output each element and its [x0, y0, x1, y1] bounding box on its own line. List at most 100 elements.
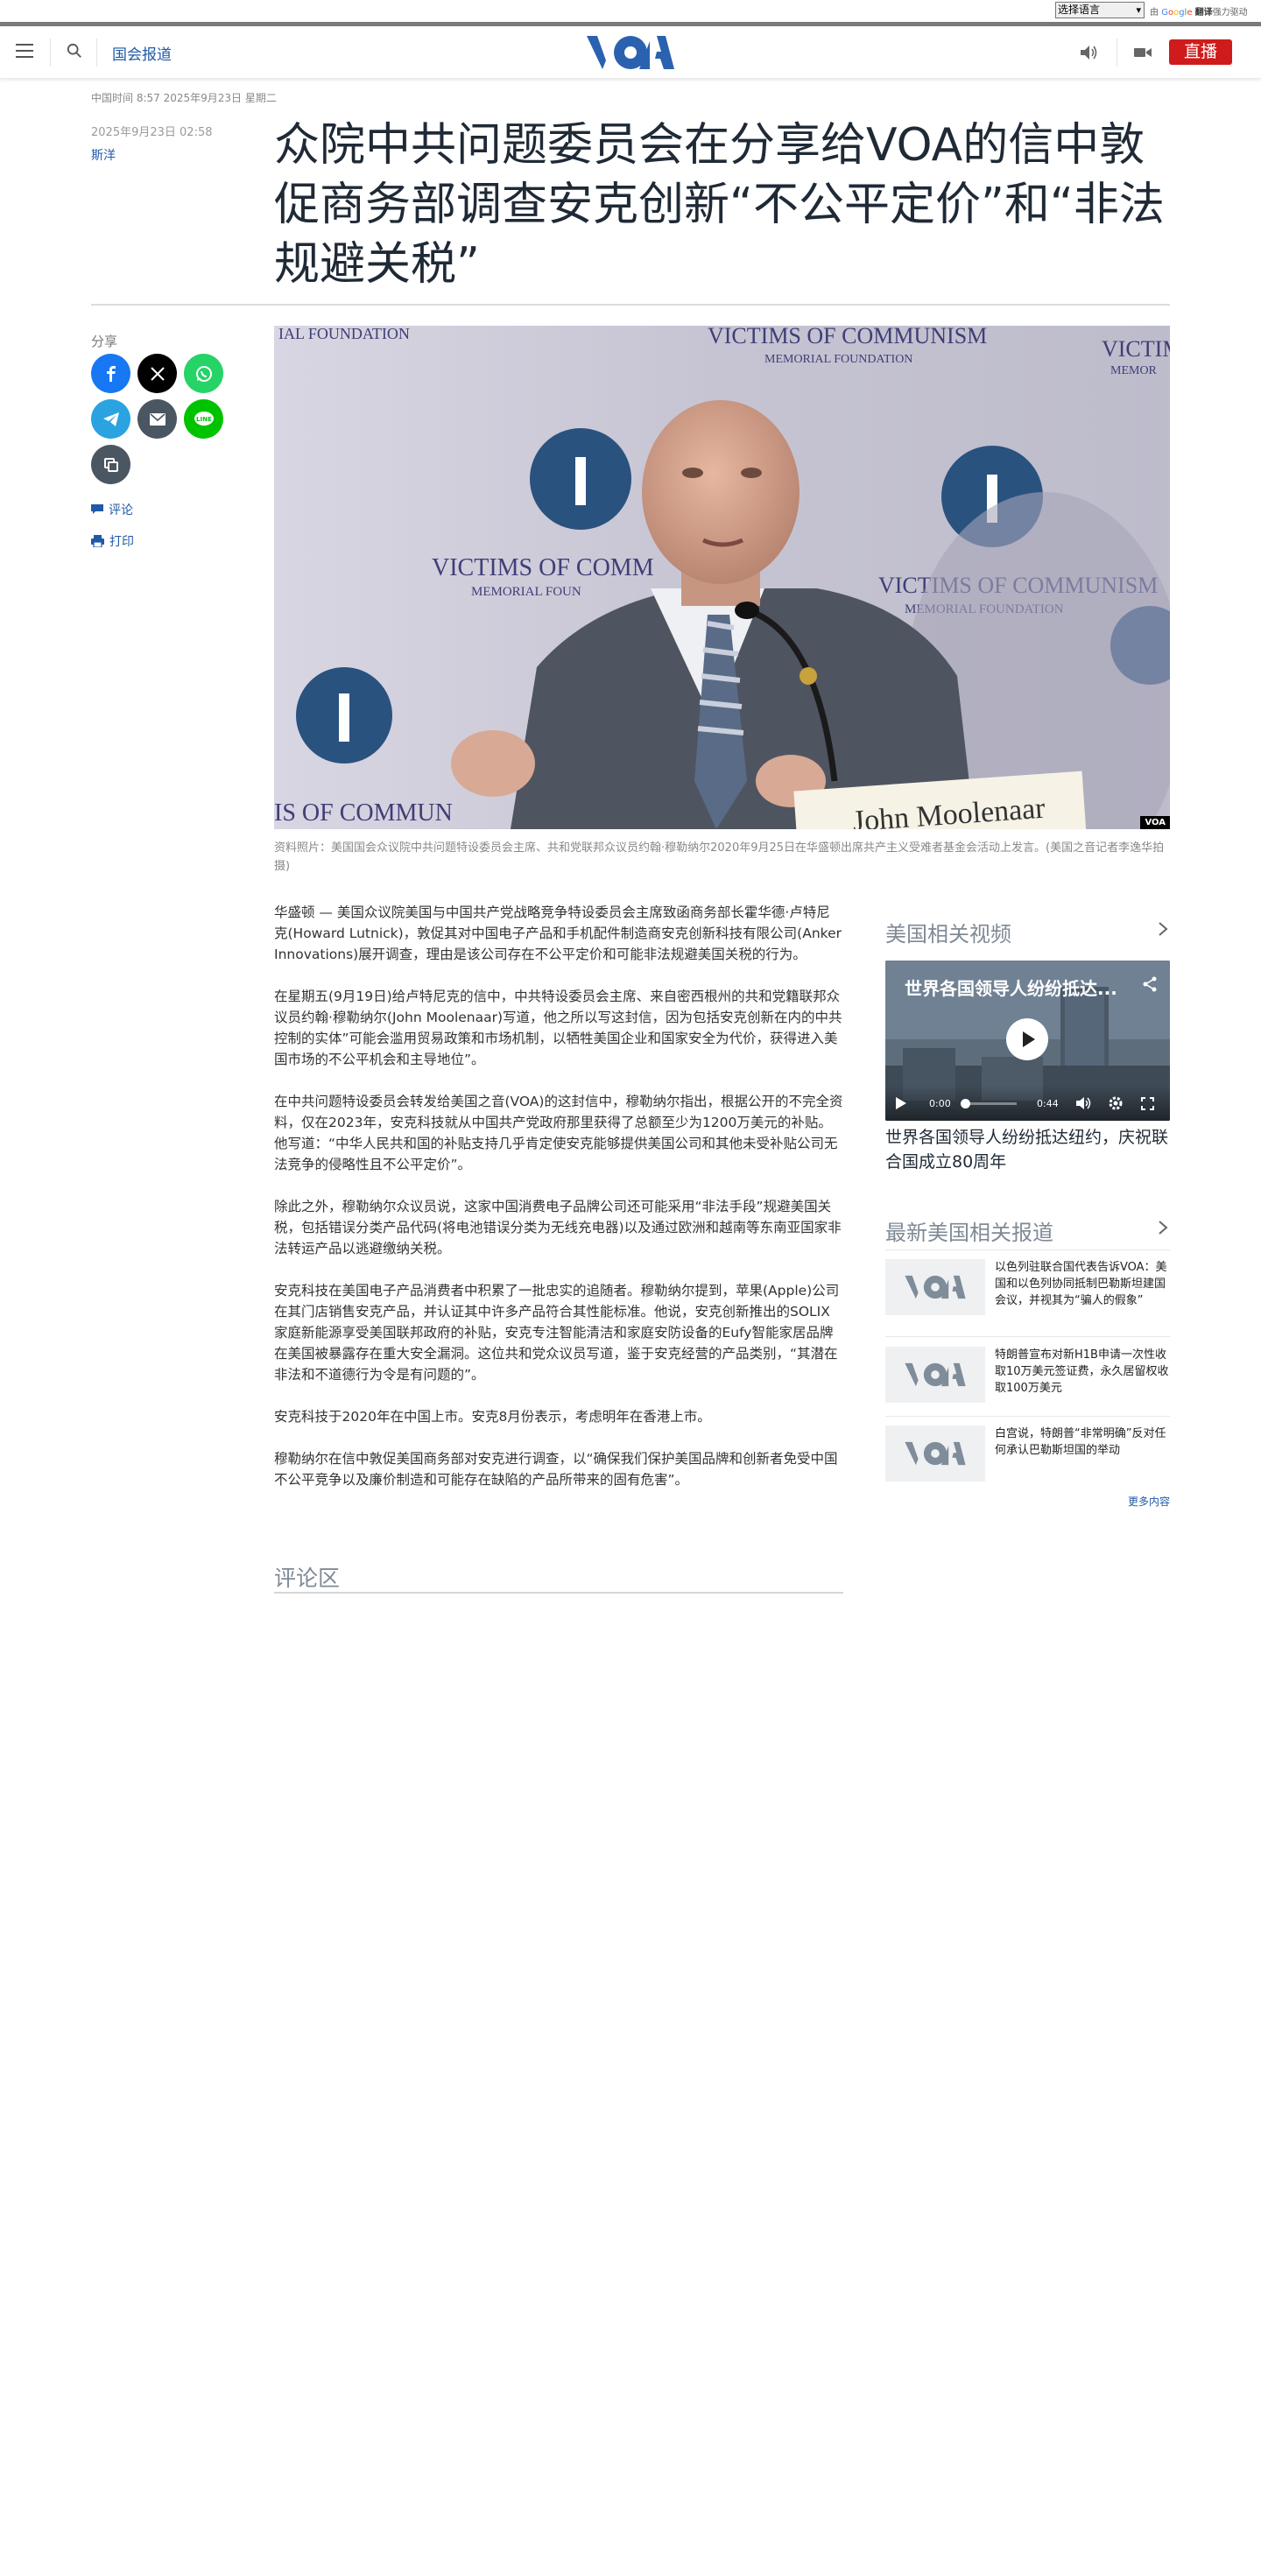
language-select[interactable]: 选择语言 — [1055, 2, 1145, 18]
play-button[interactable] — [1006, 1018, 1048, 1060]
latest-news-heading[interactable]: 最新美国相关报道 — [885, 1215, 1170, 1246]
news-list-item[interactable]: 特朗普宣布对新H1B申请一次性收取10万美元签证费，永久居留权收取100万美元 — [885, 1347, 1170, 1413]
fullscreen-icon[interactable] — [1141, 1097, 1154, 1110]
article-paragraph: 安克科技在美国电子产品消费者中积累了一批忠实的追随者。穆勒纳尔提到，苹果(App… — [274, 1283, 840, 1383]
line-icon: LINE — [194, 411, 214, 426]
news-thumbnail — [885, 1259, 985, 1315]
translate-word: 翻译 — [1194, 8, 1213, 18]
comments-link[interactable]: 评论 — [91, 501, 133, 518]
google-translate-credit: 由 Google 翻译强力驱动 — [1150, 4, 1248, 18]
telegram-icon — [102, 412, 119, 426]
comments-divider — [274, 1592, 843, 1594]
facebook-share-button[interactable] — [91, 354, 130, 393]
comments-link-label: 评论 — [109, 503, 133, 517]
article-photo: IAL FOUNDATION VICTIMS OF COMMUNISM MEMO… — [274, 326, 1170, 829]
article-paragraph: 安克科技于2020年在中国上市。安克8月份表示，考虑明年在香港上市。 — [274, 1409, 711, 1425]
divider — [885, 1336, 1170, 1337]
svg-text:MEMORIAL FOUNDATION: MEMORIAL FOUNDATION — [764, 353, 912, 366]
voa-placeholder-logo — [905, 1275, 966, 1299]
chevron-right-icon — [1159, 1221, 1168, 1235]
article-body: 华盛顿 — 美国众议院美国与中国共产党战略竞争特设委员会主席致函商务部长霍华德·… — [274, 902, 843, 1511]
hamburger-menu-icon[interactable] — [16, 44, 33, 58]
news-thumbnail — [885, 1425, 985, 1482]
share-icon[interactable] — [1142, 976, 1158, 992]
related-videos-heading-label: 美国相关视频 — [885, 922, 1011, 947]
language-select-label: 选择语言 — [1058, 4, 1101, 16]
article-paragraph: 华盛顿 — 美国众议院美国与中国共产党战略竞争特设委员会主席致函商务部长霍华德·… — [274, 904, 842, 962]
news-thumbnail — [885, 1347, 985, 1403]
publish-date: 2025年9月23日 02:58 — [91, 126, 213, 139]
svg-text:VICTIM: VICTIM — [1102, 336, 1170, 362]
copy-icon — [103, 457, 118, 472]
x-share-button[interactable] — [137, 354, 177, 393]
latest-news-heading-label: 最新美国相关报道 — [885, 1221, 1053, 1245]
related-videos-heading[interactable]: 美国相关视频 — [885, 917, 1170, 947]
more-content-link[interactable]: 更多内容 — [1128, 1494, 1170, 1509]
powered-prefix: 由 — [1150, 8, 1159, 18]
x-icon — [150, 366, 165, 381]
printer-icon — [91, 535, 104, 547]
svg-text:IS OF COMMUN: IS OF COMMUN — [274, 799, 453, 827]
divider — [885, 1416, 1170, 1417]
author-link[interactable]: 斯洋 — [91, 146, 116, 164]
svg-text:MEMOR: MEMOR — [1110, 364, 1158, 377]
translate-bar: 选择语言 由 Google 翻译强力驱动 — [0, 0, 1261, 21]
telegram-share-button[interactable] — [91, 399, 130, 439]
live-button[interactable]: 直播 — [1169, 39, 1232, 65]
svg-text:VICTIMS OF COMM: VICTIMS OF COMM — [432, 554, 654, 581]
comments-section-title: 评论区 — [274, 1566, 341, 1591]
settings-gear-icon[interactable] — [1109, 1096, 1123, 1110]
article-paragraph: 穆勒纳尔在信中敦促美国商务部对安克进行调查，以“确保我们保护美国品牌和创新者免受… — [274, 1451, 838, 1488]
voa-placeholder-logo — [905, 1441, 966, 1466]
photo-caption: 资料照片：美国国会众议院中共问题特设委员会主席、共和党联邦众议员约翰·穆勒纳尔2… — [274, 841, 1165, 873]
article-paragraph: 除此之外，穆勒纳尔众议员说，这家中国消费电子品牌公司还可能采用“非法手段”规避美… — [274, 1199, 842, 1256]
email-share-button[interactable] — [137, 399, 177, 439]
svg-text:MEMORIAL FOUN: MEMORIAL FOUN — [471, 585, 581, 599]
article-paragraph: 在中共问题特设委员会转发给美国之音(VOA)的这封信中，穆勒纳尔指出，根据公开的… — [274, 1094, 843, 1172]
section-link-congress[interactable]: 国会报道 — [112, 42, 172, 64]
news-list-item[interactable]: 白宫说，特朗普“非常明确”反对任何承认巴勒斯坦国的举动 — [885, 1425, 1170, 1492]
site-header: 国会报道 直播 — [0, 26, 1261, 79]
dateline: 中国时间 8:57 2025年9月23日 星期二 — [91, 92, 277, 104]
svg-text:IAL FOUNDATION: IAL FOUNDATION — [278, 326, 410, 342]
search-icon[interactable] — [67, 43, 82, 59]
voa-logo[interactable] — [585, 34, 676, 71]
print-link-label: 打印 — [109, 535, 134, 549]
svg-text:LINE: LINE — [196, 416, 212, 423]
article-title: 众院中共问题委员会在分享给VOA的信中敦促商务部调查安克创新“不公平定价”和“非… — [274, 119, 1165, 291]
speaker-photo-illustration: IAL FOUNDATION VICTIMS OF COMMUNISM MEMO… — [274, 326, 1170, 829]
header-divider — [96, 39, 97, 67]
powered-suffix: 强力驱动 — [1212, 8, 1248, 18]
news-item-title: 白宫说，特朗普“非常明确”反对任何承认巴勒斯坦国的举动 — [995, 1427, 1166, 1457]
video-current-time: 0:00 — [929, 1098, 951, 1109]
video-controls: 0:00 0:44 — [885, 1086, 1170, 1121]
video-caption-link[interactable]: 世界各国领导人纷纷抵达纽约，庆祝联合国成立80周年 — [885, 1125, 1170, 1174]
news-item-title: 以色列驻联合国代表告诉VOA：美国和以色列协同抵制巴勒斯坦建国会议，并视其为“骗… — [995, 1261, 1167, 1307]
google-logo: Google — [1161, 8, 1193, 18]
speaker-icon[interactable] — [1079, 44, 1098, 61]
video-camera-icon[interactable] — [1133, 45, 1152, 60]
whatsapp-share-button[interactable] — [184, 354, 223, 393]
whatsapp-icon — [195, 365, 212, 382]
svg-text:VICTIMS OF COMMUNISM: VICTIMS OF COMMUNISM — [708, 326, 987, 348]
video-player[interactable]: 世界各国领导人纷纷抵达... 0:00 0:44 — [885, 961, 1170, 1121]
copy-link-button[interactable] — [91, 445, 130, 484]
divider — [885, 1249, 1170, 1250]
photo-credit-tag: VOA — [1140, 816, 1170, 829]
share-label: 分享 — [91, 334, 118, 349]
chevron-right-icon — [1159, 922, 1168, 936]
comment-icon — [91, 504, 103, 514]
line-share-button[interactable]: LINE — [184, 399, 223, 439]
volume-icon[interactable] — [1076, 1097, 1092, 1109]
email-icon — [149, 412, 166, 426]
video-duration: 0:44 — [1037, 1098, 1059, 1109]
print-link[interactable]: 打印 — [91, 532, 134, 550]
news-list-item[interactable]: 以色列驻联合国代表告诉VOA：美国和以色列协同抵制巴勒斯坦建国会议，并视其为“骗… — [885, 1259, 1170, 1326]
title-divider — [91, 304, 1170, 306]
video-progress-handle[interactable] — [961, 1099, 970, 1109]
facebook-icon — [106, 365, 116, 382]
voa-placeholder-logo — [905, 1362, 966, 1387]
article-paragraph: 在星期五(9月19日)给卢特尼克的信中，中共特设委员会主席、来自密西根州的共和党… — [274, 989, 842, 1067]
play-control-icon[interactable] — [896, 1097, 906, 1109]
news-item-title: 特朗普宣布对新H1B申请一次性收取10万美元签证费，永久居留权收取100万美元 — [995, 1348, 1169, 1395]
